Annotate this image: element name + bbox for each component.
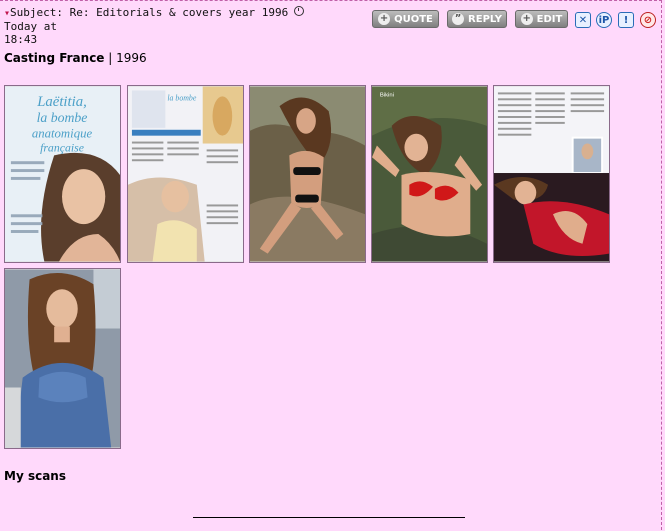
report-icon: !: [623, 14, 629, 26]
post-header: ▾Subject: Re: Editorials & covers year 1…: [4, 6, 334, 46]
scan-thumbnail-4[interactable]: Bikini: [371, 85, 488, 263]
scan-thumbnail-2[interactable]: la bombe: [127, 85, 244, 263]
magazine-year: 1996: [116, 51, 147, 65]
article-photo: la bombe: [128, 86, 243, 262]
edit-plus-icon: +: [520, 13, 533, 25]
edit-label: EDIT: [536, 13, 563, 25]
ip-button[interactable]: iP: [596, 12, 612, 28]
cover-text-2: la bombe: [37, 110, 88, 125]
warn-button[interactable]: ⊘: [640, 12, 656, 28]
delete-button[interactable]: ✕: [575, 12, 591, 28]
scan-thumbnail-1[interactable]: Laëtitia, la bombe anatomique française: [4, 85, 121, 263]
red-dress-photo: [494, 86, 609, 262]
svg-text:Bikini: Bikini: [380, 92, 394, 98]
title-separator: |: [104, 51, 117, 65]
report-button[interactable]: !: [618, 12, 634, 28]
red-bikini-photo: Bikini: [372, 86, 487, 262]
clock-icon: [294, 6, 305, 16]
scan-thumbnail-6[interactable]: [4, 268, 121, 449]
scan-thumbnail-5[interactable]: [493, 85, 610, 263]
blue-top-photo: [5, 269, 120, 448]
quote-plus-icon: +: [378, 13, 391, 25]
cover-text-1: Laëtitia,: [36, 94, 87, 110]
reply-quote-icon: ”: [452, 13, 465, 25]
svg-text:la bombe: la bombe: [167, 93, 197, 102]
subject-text: Re: Editorials & covers year 1996: [69, 6, 289, 19]
close-icon: ✕: [578, 14, 588, 26]
quote-label: QUOTE: [394, 13, 433, 25]
post-time: 18:43: [4, 33, 38, 46]
bikini-rocks-photo: [250, 86, 365, 262]
cover-text-3: anatomique: [32, 127, 93, 141]
edit-button[interactable]: + EDIT: [515, 10, 568, 28]
signature-divider: [193, 517, 465, 518]
post-title: Casting France | 1996: [4, 51, 147, 65]
scan-thumbnail-3[interactable]: [249, 85, 366, 263]
scans-note: My scans: [4, 469, 66, 483]
cover-photo: Laëtitia, la bombe anatomique française: [5, 86, 120, 262]
quote-button[interactable]: + QUOTE: [372, 10, 439, 28]
ip-label: iP: [598, 14, 610, 26]
no-entry-icon: ⊘: [643, 14, 653, 26]
post-date: Today at: [4, 20, 57, 33]
magazine-name: Casting France: [4, 51, 105, 65]
reply-button[interactable]: ” REPLY: [447, 10, 507, 28]
post-frame: [0, 0, 662, 530]
subject-prefix: Subject:: [10, 6, 64, 19]
cover-text-4: française: [40, 140, 84, 154]
reply-label: REPLY: [468, 13, 502, 25]
